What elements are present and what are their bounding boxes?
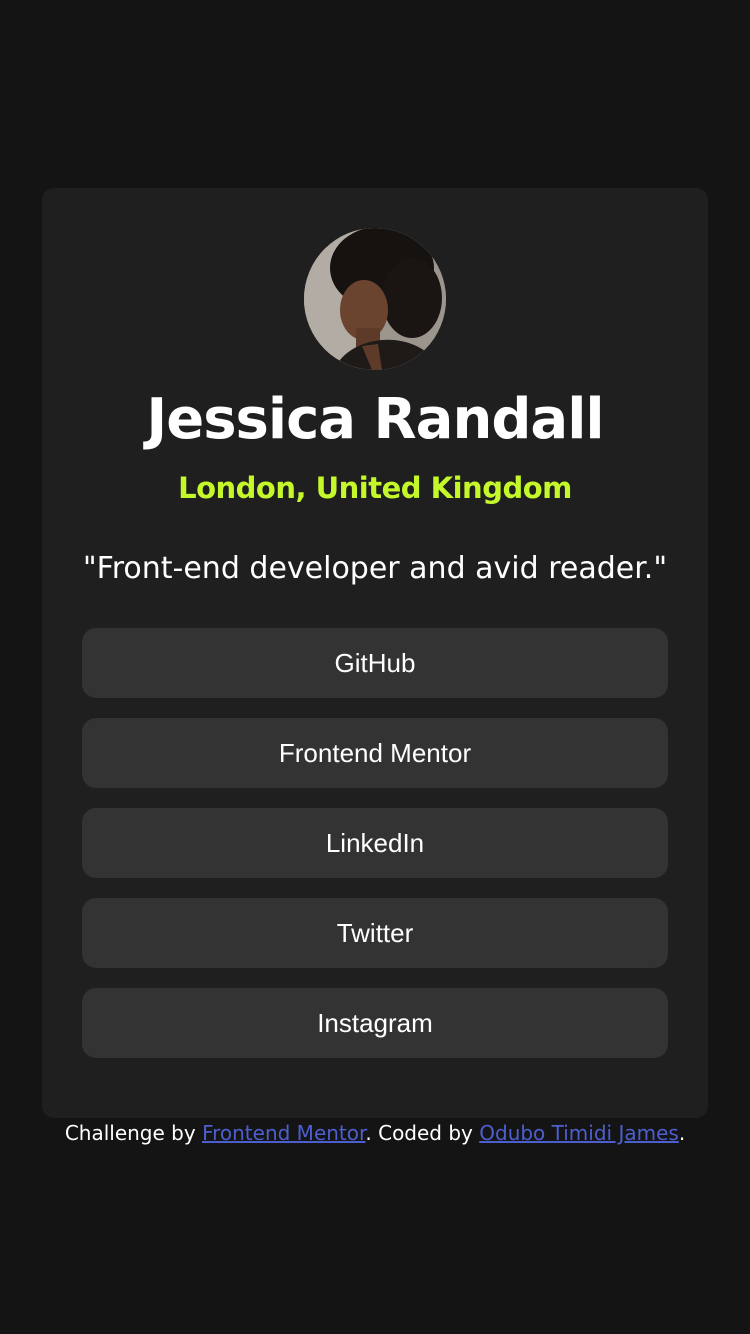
social-links-list: GitHub Frontend Mentor LinkedIn Twitter … bbox=[82, 628, 668, 1078]
twitter-link-button[interactable]: Twitter bbox=[82, 898, 668, 968]
profile-location: London, United Kingdom bbox=[178, 471, 572, 505]
avatar bbox=[304, 228, 446, 370]
frontend-mentor-link-button[interactable]: Frontend Mentor bbox=[82, 718, 668, 788]
linkedin-link-button[interactable]: LinkedIn bbox=[82, 808, 668, 878]
attribution-middle: . Coded by bbox=[365, 1121, 480, 1145]
instagram-link-button[interactable]: Instagram bbox=[82, 988, 668, 1058]
profile-card: Jessica Randall London, United Kingdom "… bbox=[42, 188, 708, 1118]
attribution-footer: Challenge by Frontend Mentor. Coded by O… bbox=[0, 1118, 750, 1148]
avatar-photo bbox=[304, 228, 446, 370]
frontend-mentor-attribution-link[interactable]: Frontend Mentor bbox=[202, 1121, 365, 1145]
attribution-prefix: Challenge by bbox=[64, 1121, 203, 1145]
github-link-button[interactable]: GitHub bbox=[82, 628, 668, 698]
author-attribution-link[interactable]: Odubo Timidi James bbox=[479, 1121, 679, 1145]
attribution-suffix: . bbox=[678, 1121, 686, 1145]
profile-name: Jessica Randall bbox=[146, 387, 604, 452]
page: Jessica Randall London, United Kingdom "… bbox=[0, 0, 750, 1334]
profile-bio: "Front-end developer and avid reader." bbox=[82, 551, 668, 586]
